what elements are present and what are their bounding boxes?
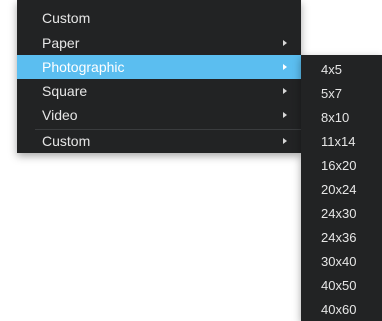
menu-item-label: Custom xyxy=(42,133,91,149)
submenu-item-40x50[interactable]: 40x50 xyxy=(301,274,382,298)
menu-item-custom-bottom[interactable]: Custom xyxy=(17,129,301,153)
chevron-right-icon xyxy=(281,79,289,103)
submenu-item-11x14[interactable]: 11x14 xyxy=(301,130,382,154)
submenu-item-24x30[interactable]: 24x30 xyxy=(301,202,382,226)
submenu-item-16x20[interactable]: 16x20 xyxy=(301,154,382,178)
menu-item-label: Video xyxy=(42,107,78,123)
photographic-submenu: 4x5 5x7 8x10 11x14 16x20 20x24 24x30 24x… xyxy=(301,55,382,321)
screen: Custom Paper Photographic Square Video C… xyxy=(0,0,382,321)
aspect-ratio-menu: Custom Paper Photographic Square Video C… xyxy=(17,0,301,153)
submenu-item-5x7[interactable]: 5x7 xyxy=(301,82,382,106)
menu-item-video[interactable]: Video xyxy=(17,103,301,127)
menu-item-label: Square xyxy=(42,83,88,99)
submenu-item-40x60[interactable]: 40x60 xyxy=(301,298,382,321)
submenu-item-30x40[interactable]: 30x40 xyxy=(301,250,382,274)
menu-item-label: Paper xyxy=(42,35,80,51)
submenu-item-4x5[interactable]: 4x5 xyxy=(301,58,382,82)
chevron-right-icon xyxy=(281,129,289,153)
submenu-item-24x36[interactable]: 24x36 xyxy=(301,226,382,250)
menu-item-photographic[interactable]: Photographic xyxy=(17,55,301,79)
chevron-right-icon xyxy=(281,31,289,55)
menu-item-label: Photographic xyxy=(42,59,125,75)
menu-item-paper[interactable]: Paper xyxy=(17,31,301,55)
submenu-item-8x10[interactable]: 8x10 xyxy=(301,106,382,130)
menu-item-square[interactable]: Square xyxy=(17,79,301,103)
chevron-right-icon xyxy=(281,55,289,79)
menu-item-custom-top[interactable]: Custom xyxy=(17,6,301,30)
chevron-right-icon xyxy=(281,103,289,127)
menu-item-label: Custom xyxy=(42,10,91,26)
submenu-item-20x24[interactable]: 20x24 xyxy=(301,178,382,202)
